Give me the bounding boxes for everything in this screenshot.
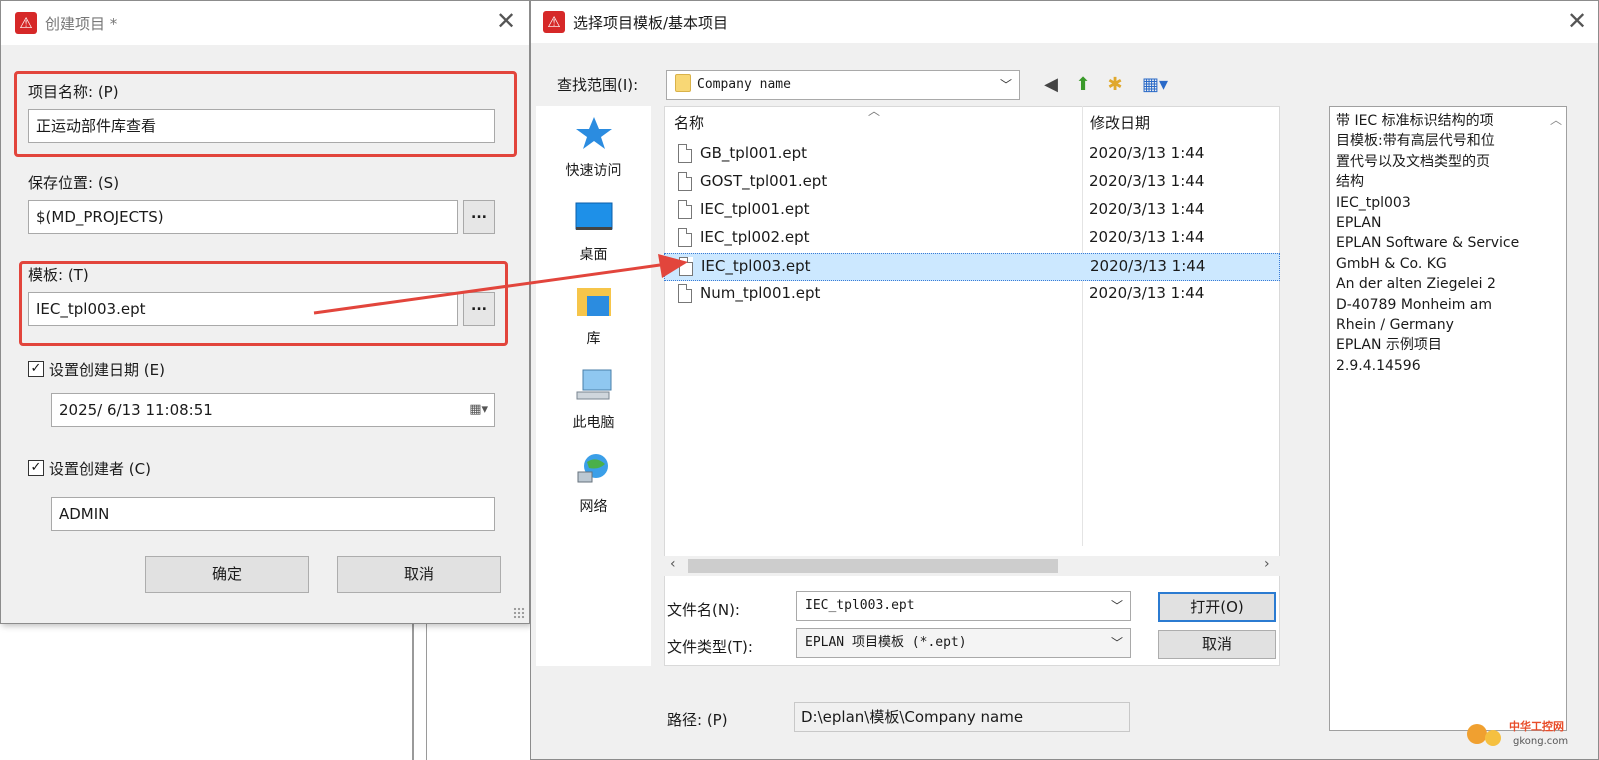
- watermark-url: gkong.com: [1513, 736, 1568, 747]
- watermark-logo: 中华工控网 gkong.com: [1467, 719, 1568, 747]
- annotation-arrow: [313, 254, 688, 315]
- watermark-title: 中华工控网: [1509, 719, 1564, 733]
